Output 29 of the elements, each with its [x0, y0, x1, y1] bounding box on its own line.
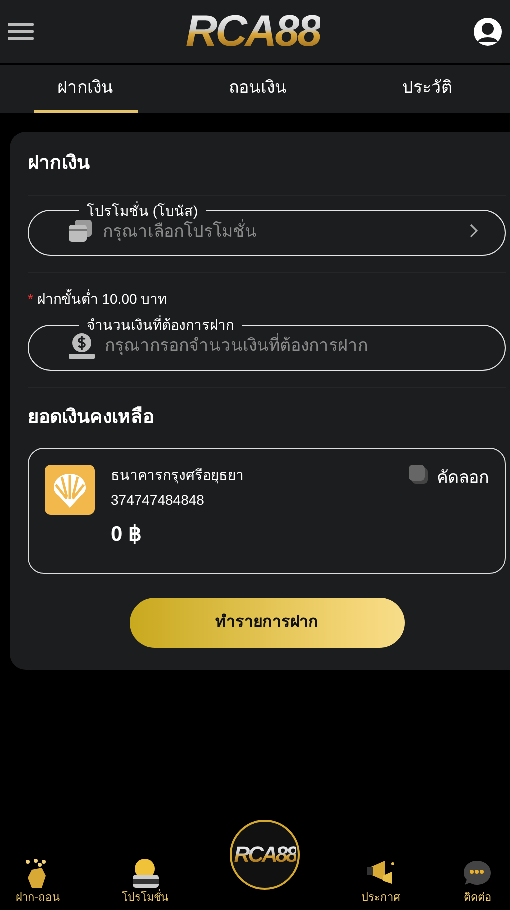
- minimum-note: * ฝากขั้นต่ำ 10.00 บาท: [28, 289, 168, 309]
- money-icon: [69, 332, 95, 359]
- nav-item[interactable]: ประกาศ: [362, 858, 401, 906]
- home-logo-button[interactable]: RCA88: [230, 820, 300, 890]
- menu-icon[interactable]: [8, 20, 34, 42]
- nav-item[interactable]: ฝาก-ถอน: [16, 858, 61, 906]
- account-number: 374747484848: [111, 491, 206, 510]
- field-label: จำนวนเงินที่ต้องการฝาก: [86, 318, 235, 332]
- user-icon[interactable]: [472, 16, 502, 48]
- promotion-select-box[interactable]: โปรโมชั่น (โบนัส) กรุณาเลือกโปรโมชั่น: [28, 204, 506, 256]
- field-label: โปรโมชั่น (โบนัส): [86, 204, 200, 218]
- tab[interactable]: ถอนเงิน: [204, 65, 311, 113]
- nav-item[interactable]: ติดต่อ: [462, 858, 494, 906]
- chevron-right-icon: [469, 223, 479, 240]
- copy-icon: [409, 465, 429, 485]
- amount-field-box[interactable]: จำนวนเงินที่ต้องการฝาก กรุณากรอกจำนวนเงินที่ต้องการฝาก: [28, 318, 506, 370]
- section-title: ฝากเงิน: [28, 152, 91, 176]
- bank-logo-icon: [45, 465, 95, 515]
- promotion-select[interactable]: กรุณาเลือกโปรโมชั่น: [101, 218, 461, 245]
- copy-button[interactable]: คัดลอก: [409, 465, 489, 490]
- section-title: ยอดเงินคงเหลือ: [28, 406, 155, 430]
- amount-field[interactable]: กรุณากรอกจำนวนเงินที่ต้องการฝาก: [103, 332, 479, 360]
- nav-item[interactable]: โปรโมชั่น: [122, 858, 169, 906]
- cards-icon: [69, 220, 93, 242]
- bank-name: ธนาคารกรุงศรีอยุธยา: [111, 466, 245, 486]
- balance-amount: 0 ฿: [111, 522, 143, 548]
- tab[interactable]: ฝากเงิน: [34, 65, 138, 113]
- tab[interactable]: ประวัติ: [378, 65, 476, 113]
- submit-button[interactable]: ทำรายการฝาก: [130, 598, 404, 648]
